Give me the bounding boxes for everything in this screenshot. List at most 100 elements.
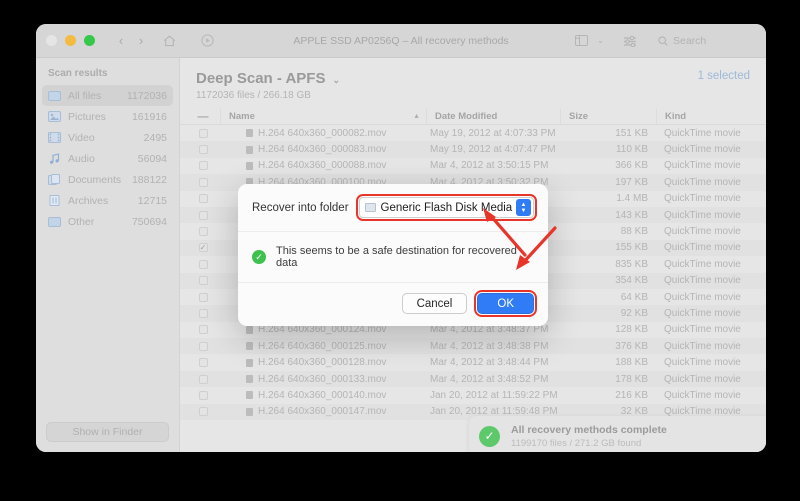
play-icon[interactable]	[195, 31, 219, 51]
chevron-down-icon[interactable]: ⌄	[597, 36, 604, 45]
row-checkbox[interactable]	[186, 145, 220, 155]
sidebar-item-pictures[interactable]: Pictures 161916	[42, 106, 173, 127]
row-checkbox[interactable]	[186, 308, 220, 318]
column-date-modified[interactable]: Date Modified	[426, 109, 560, 124]
row-checkbox[interactable]	[186, 407, 220, 417]
row-checkbox[interactable]	[186, 177, 220, 187]
row-date: Mar 4, 2012 at 3:48:52 PM	[430, 373, 549, 385]
row-kind: QuickTime movie	[664, 258, 741, 270]
sidebar-item-all-files[interactable]: All files 1172036	[42, 85, 173, 106]
row-name-text: H.264 640x360_000124.mov	[258, 324, 387, 336]
documents-icon	[48, 174, 61, 186]
back-button[interactable]: ‹	[111, 31, 131, 51]
sidebar-item-audio[interactable]: Audio 56094	[42, 148, 173, 169]
row-size: 143 KB	[615, 209, 648, 221]
row-checkbox[interactable]	[186, 358, 220, 368]
row-name-text: H.264 640x360_000147.mov	[258, 406, 387, 418]
column-kind[interactable]: Kind	[656, 109, 760, 124]
row-kind: QuickTime movie	[664, 291, 741, 303]
row-checkbox[interactable]	[186, 325, 220, 335]
traffic-lights	[46, 35, 95, 46]
sort-ascending-icon[interactable]: ▲	[413, 113, 426, 120]
table-row[interactable]: H.264 640x360_000088.mov Mar 4, 2012 at 3…	[180, 158, 766, 174]
row-name-text: H.264 640x360_000125.mov	[258, 340, 387, 352]
forward-button[interactable]: ›	[131, 31, 151, 51]
close-window-button[interactable]	[46, 35, 57, 46]
row-checkbox[interactable]: ✓	[186, 243, 220, 253]
home-icon[interactable]	[157, 31, 181, 51]
row-checkbox[interactable]	[186, 161, 220, 171]
sidebar-item-label: Documents	[68, 173, 122, 186]
row-checkbox[interactable]	[186, 210, 220, 220]
row-date: Mar 4, 2012 at 3:50:15 PM	[430, 160, 549, 172]
destination-folder-value: Generic Flash Disk Media	[380, 201, 513, 214]
table-row[interactable]: H.264 640x360_000125.mov Mar 4, 2012 at 3…	[180, 338, 766, 355]
recover-into-folder-label: Recover into folder	[252, 201, 349, 214]
table-row[interactable]: H.264 640x360_000128.mov Mar 4, 2012 at 3…	[180, 354, 766, 370]
row-size: 197 KB	[615, 176, 648, 188]
row-checkbox[interactable]	[186, 390, 220, 400]
sidebar-item-archives[interactable]: Archives 12715	[42, 190, 173, 211]
row-kind: QuickTime movie	[664, 160, 741, 172]
table-row[interactable]: H.264 640x360_000133.mov Mar 4, 2012 at 3…	[180, 370, 766, 388]
search-icon	[658, 35, 668, 46]
row-checkbox[interactable]	[186, 374, 220, 384]
title-bar: ‹ › APPLE SSD AP0256Q – All recovery met…	[36, 24, 766, 58]
row-date: May 19, 2012 at 4:07:33 PM	[430, 127, 556, 139]
zoom-window-button[interactable]	[84, 35, 95, 46]
sidebar-item-video[interactable]: Video 2495	[42, 127, 173, 148]
movie-file-icon	[246, 391, 253, 400]
sidebar-item-label: Audio	[68, 152, 95, 165]
row-checkbox[interactable]	[186, 227, 220, 237]
chevron-down-icon[interactable]: ⌄	[332, 75, 340, 86]
notification-toast: ✓ All recovery methods complete 1199170 …	[469, 416, 766, 452]
show-in-finder-wrap: Show in Finder	[36, 414, 179, 452]
row-size: 128 KB	[615, 324, 648, 336]
sidebar-item-other[interactable]: Other 750694	[42, 211, 173, 232]
row-name: H.264 640x360_000140.mov	[220, 390, 426, 401]
main-header-row: Deep Scan - APFS ⌄ 1 selected	[196, 70, 750, 87]
row-checkbox[interactable]	[186, 259, 220, 269]
movie-file-icon	[246, 325, 253, 334]
show-in-finder-button[interactable]: Show in Finder	[46, 422, 169, 442]
row-checkbox[interactable]	[186, 276, 220, 286]
page-title[interactable]: Deep Scan - APFS ⌄	[196, 70, 340, 87]
column-size[interactable]: Size	[560, 109, 656, 124]
sidebar-item-count: 750694	[131, 215, 167, 228]
destination-folder-select[interactable]: Generic Flash Disk Media ▲ ▼	[355, 194, 538, 221]
row-name: H.264 640x360_000088.mov	[220, 160, 426, 171]
row-checkbox[interactable]	[186, 341, 220, 351]
toast-title: All recovery methods complete	[511, 423, 667, 436]
row-name: H.264 640x360_000082.mov	[220, 128, 426, 139]
sidebar-item-documents[interactable]: Documents 188122	[42, 169, 173, 190]
view-options-icon[interactable]	[569, 31, 593, 51]
row-kind: QuickTime movie	[664, 389, 741, 401]
stepper-updown-icon[interactable]: ▲ ▼	[516, 199, 531, 216]
minimize-window-button[interactable]	[65, 35, 76, 46]
cancel-button[interactable]: Cancel	[401, 293, 468, 314]
movie-file-icon	[246, 129, 253, 138]
video-icon	[48, 132, 61, 144]
row-name-text: H.264 640x360_000088.mov	[258, 160, 387, 172]
row-checkbox[interactable]	[186, 292, 220, 302]
table-row[interactable]: H.264 640x360_000083.mov May 19, 2012 at …	[180, 141, 766, 158]
row-checkbox[interactable]	[186, 128, 220, 138]
table-row[interactable]: H.264 640x360_000082.mov May 19, 2012 at …	[180, 125, 766, 141]
search-input[interactable]: Search	[652, 31, 756, 51]
row-name-text: H.264 640x360_000140.mov	[258, 389, 387, 401]
row-date: Jan 20, 2012 at 11:59:22 PM	[430, 389, 558, 401]
row-kind: QuickTime movie	[664, 176, 741, 188]
sidebar-item-label: Archives	[68, 194, 109, 207]
sidebar-heading: Scan results	[48, 68, 108, 79]
ok-button[interactable]: OK	[474, 290, 537, 317]
column-name[interactable]: Name ▲	[220, 109, 426, 124]
column-select-all-checkbox[interactable]: —	[186, 111, 220, 123]
screenshot-root: ‹ › APPLE SSD AP0256Q – All recovery met…	[0, 0, 800, 501]
row-kind: QuickTime movie	[664, 275, 741, 287]
row-kind: QuickTime movie	[664, 242, 741, 254]
row-checkbox[interactable]	[186, 194, 220, 204]
row-name: H.264 640x360_000133.mov	[220, 374, 426, 385]
table-row[interactable]: H.264 640x360_000140.mov Jan 20, 2012 at …	[180, 387, 766, 403]
selection-count-label[interactable]: 1 selected	[698, 70, 750, 82]
filter-icon[interactable]	[618, 31, 642, 51]
